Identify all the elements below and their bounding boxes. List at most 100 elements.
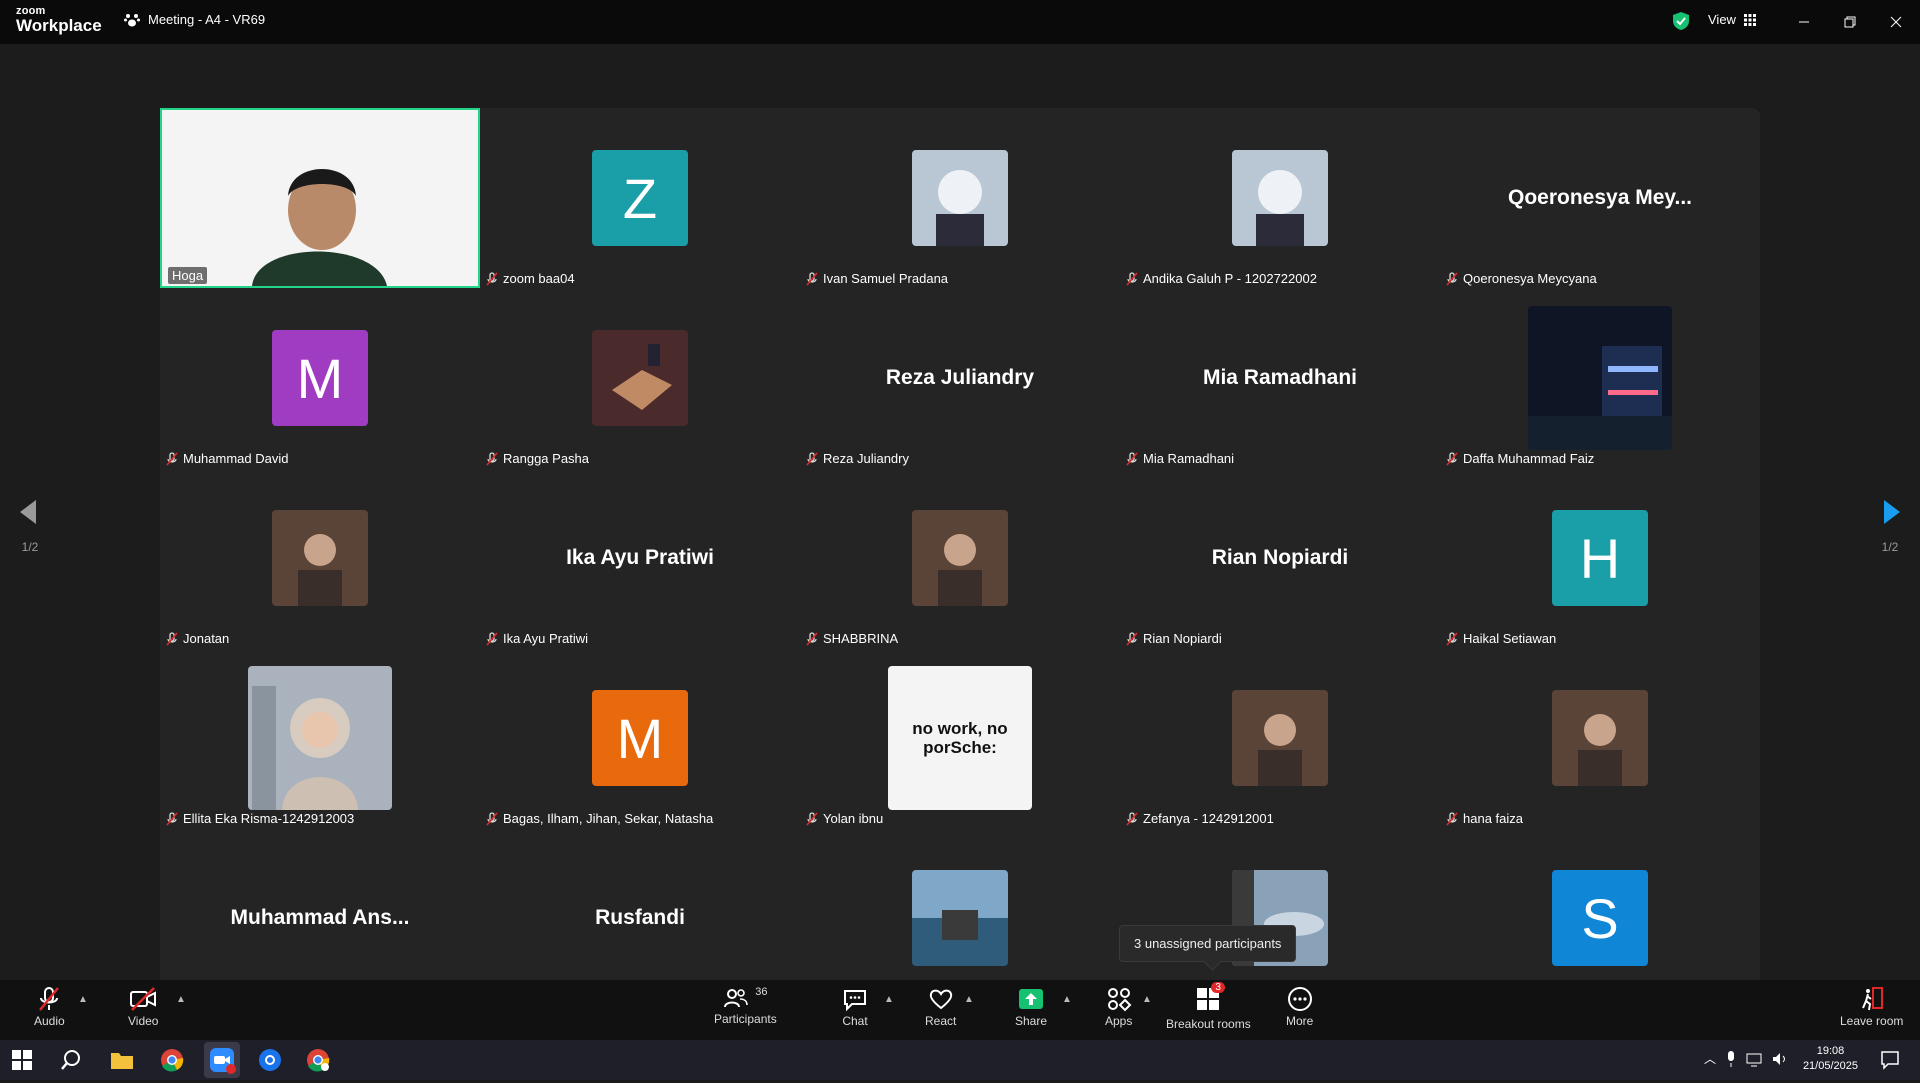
participant-name: Muhammad David xyxy=(183,451,289,466)
anime-avatar-photo xyxy=(1232,150,1328,246)
minimize-button[interactable] xyxy=(1792,10,1816,34)
participant-tile[interactable]: Rian Nopiardi Rian Nopiardi xyxy=(1120,468,1440,648)
network-icon[interactable] xyxy=(1746,1051,1762,1067)
participant-tile[interactable]: Zefanya - 1242912001 xyxy=(1120,648,1440,828)
chrome-icon xyxy=(161,1049,184,1072)
participant-tile[interactable]: Mia Ramadhani Mia Ramadhani xyxy=(1120,288,1440,468)
share-label: Share xyxy=(1015,1014,1048,1028)
participant-name: Qoeronesya Meycyana xyxy=(1463,271,1597,286)
photo-caption: no work, no porSche: xyxy=(912,719,1008,757)
participant-tile[interactable]: Andika Galuh P - 1202722002 xyxy=(1120,108,1440,288)
clock[interactable]: 19:08 21/05/2025 xyxy=(1803,1044,1858,1074)
participant-name-label: Zefanya - 1242912001 xyxy=(1126,811,1274,826)
zoom-logo: zoom Workplace xyxy=(16,6,102,35)
participants-button[interactable]: 36 Participants xyxy=(714,986,777,1026)
participant-display-name: Rian Nopiardi xyxy=(1211,546,1349,569)
share-button[interactable]: Share xyxy=(1015,986,1047,1028)
system-tray: ︿ xyxy=(1704,1050,1788,1067)
participant-tile[interactable]: SHABBRINA xyxy=(800,468,1120,648)
chat-icon xyxy=(844,990,866,1012)
participant-avatar: Z xyxy=(592,150,688,246)
profile-photo-text: no work, no porSche: xyxy=(888,666,1032,810)
participant-display-name: Muhammad Ans... xyxy=(230,906,410,929)
next-page-button[interactable] xyxy=(1882,498,1902,531)
video-button[interactable]: Video xyxy=(128,986,158,1028)
search-button[interactable] xyxy=(60,1049,82,1076)
mic-muted-icon xyxy=(166,811,178,826)
participants-icon xyxy=(724,989,749,1008)
participant-name: Reza Juliandry xyxy=(823,451,909,466)
video-label: Video xyxy=(128,1014,159,1028)
participant-name: hana faiza xyxy=(1463,811,1523,826)
prev-page-button[interactable] xyxy=(18,498,38,531)
apps-options-caret[interactable]: ▲ xyxy=(1142,994,1152,1005)
mic-muted-icon xyxy=(39,987,60,1011)
participant-tile[interactable]: Ivan Samuel Pradana xyxy=(800,108,1120,288)
avatar-letter: H xyxy=(1579,526,1621,590)
participant-tile[interactable]: Daffa Muhammad Faiz xyxy=(1440,288,1760,468)
video-options-caret[interactable]: ▲ xyxy=(176,994,186,1005)
restore-button[interactable] xyxy=(1838,10,1862,34)
mic-muted-icon xyxy=(1126,811,1138,826)
meeting-title: Meeting - A4 - VR69 xyxy=(148,12,266,27)
participant-display-name: Mia Ramadhani xyxy=(1202,366,1358,389)
participant-tile[interactable]: H Haikal Setiawan xyxy=(1440,468,1760,648)
restore-icon xyxy=(1844,16,1856,28)
participant-tile[interactable]: Qoeronesya Mey... Qoeronesya Meycyana xyxy=(1440,108,1760,288)
security-shield-icon[interactable] xyxy=(1672,11,1690,31)
audio-button[interactable]: Audio xyxy=(34,986,65,1028)
avatar-letter: S xyxy=(1581,886,1619,950)
participant-tile[interactable]: Reza Juliandry Reza Juliandry xyxy=(800,288,1120,468)
participant-tile[interactable]: M Bagas, Ilham, Jihan, Sekar, Natasha xyxy=(480,648,800,828)
participant-tile[interactable]: Zzoom baa04 xyxy=(480,108,800,288)
more-button[interactable]: More xyxy=(1286,986,1313,1028)
hijab-person-photo xyxy=(248,666,392,810)
meeting-stage: Hoga Zzoom baa04 Ivan Samuel Pradana Andika… xyxy=(0,44,1920,1008)
chrome-profile-button[interactable] xyxy=(306,1048,330,1077)
person-photo xyxy=(912,510,1008,606)
close-icon xyxy=(1890,16,1902,28)
apps-button[interactable]: Apps xyxy=(1105,986,1132,1028)
participant-tile[interactable]: M Muhammad David xyxy=(160,288,480,468)
close-button[interactable] xyxy=(1884,10,1908,34)
search-icon xyxy=(61,1050,80,1070)
participant-tile[interactable]: hana faiza xyxy=(1440,648,1760,828)
meeting-info[interactable]: Meeting - A4 - VR69 xyxy=(124,12,265,27)
chromium-button[interactable] xyxy=(258,1048,282,1077)
participant-name-label: Reza Juliandry xyxy=(806,451,909,466)
participant-tile[interactable]: Hoga xyxy=(160,108,480,288)
microphone-icon[interactable] xyxy=(1726,1050,1736,1067)
zoom-taskbar-button[interactable] xyxy=(204,1042,240,1078)
mic-muted-icon xyxy=(806,451,818,466)
chat-button[interactable]: Chat xyxy=(842,986,868,1028)
leave-room-button[interactable]: Leave room xyxy=(1840,986,1903,1028)
participant-tile[interactable]: Jonatan xyxy=(160,468,480,648)
participant-name-label: Ivan Samuel Pradana xyxy=(806,271,948,286)
audio-options-caret[interactable]: ▲ xyxy=(78,994,88,1005)
participant-avatar: S xyxy=(1552,870,1648,966)
react-button[interactable]: React xyxy=(925,986,956,1028)
chat-options-caret[interactable]: ▲ xyxy=(884,994,894,1005)
tray-chevron-icon[interactable]: ︿ xyxy=(1704,1050,1716,1067)
participant-tile[interactable]: no work, no porSche: Yolan ibnu xyxy=(800,648,1120,828)
participant-tile[interactable]: Ika Ayu Pratiwi Ika Ayu Pratiwi xyxy=(480,468,800,648)
mic-muted-icon xyxy=(486,811,498,826)
participant-name-label: Rian Nopiardi xyxy=(1126,631,1222,646)
breakout-rooms-button[interactable]: 3 Breakout rooms xyxy=(1166,982,1251,1031)
participants-count: 36 xyxy=(755,986,768,998)
share-options-caret[interactable]: ▲ xyxy=(1062,994,1072,1005)
file-explorer-button[interactable] xyxy=(110,1049,134,1076)
page-indicator-right: 1/2 xyxy=(1881,540,1899,554)
notification-center-button[interactable] xyxy=(1880,1050,1900,1075)
notification-icon xyxy=(1881,1051,1899,1070)
chrome-button[interactable] xyxy=(160,1048,184,1077)
chrome-profile-icon xyxy=(307,1049,330,1072)
view-button[interactable]: View xyxy=(1708,12,1756,27)
participant-tile[interactable]: Rangga Pasha xyxy=(480,288,800,468)
react-options-caret[interactable]: ▲ xyxy=(964,994,974,1005)
windows-start-button[interactable] xyxy=(12,1050,32,1075)
clock-time: 19:08 xyxy=(1816,1045,1845,1057)
participant-video xyxy=(162,110,478,286)
volume-icon[interactable] xyxy=(1772,1051,1788,1067)
participant-tile[interactable]: Ellita Eka Risma-1242912003 xyxy=(160,648,480,828)
